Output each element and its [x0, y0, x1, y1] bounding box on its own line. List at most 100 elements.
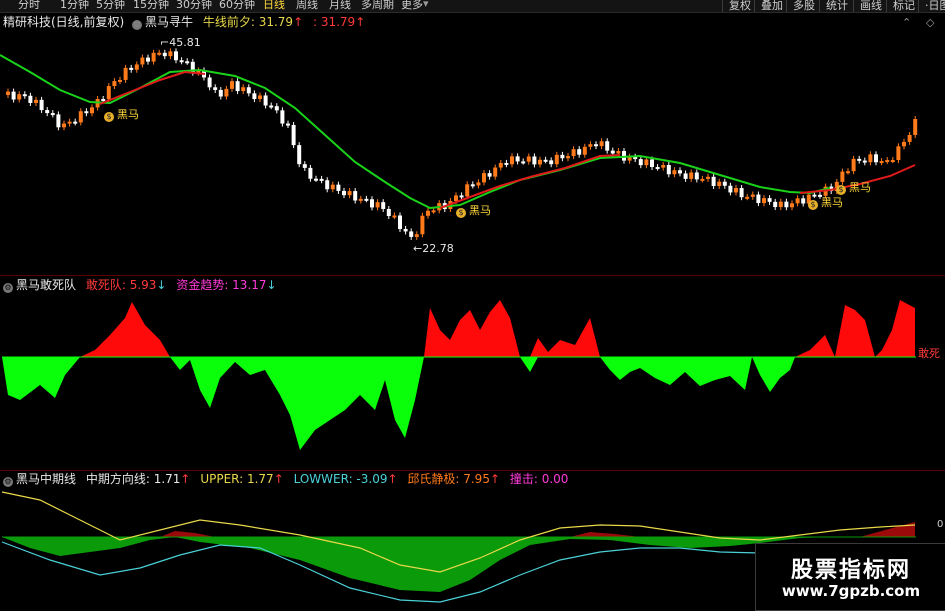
candle-body [616, 151, 621, 154]
candle-body [588, 144, 593, 147]
candle-body [706, 176, 710, 179]
fund-green-area [2, 357, 915, 450]
candle-body [112, 81, 117, 87]
fund-trend-label: 资金趋势: 13.17 [176, 278, 267, 292]
candle-body [106, 86, 111, 100]
candle-body [655, 167, 660, 170]
mid-up-arrow: ↑ [180, 472, 191, 486]
candle-body [78, 111, 83, 123]
bottom-right-value: 0 [937, 519, 944, 530]
candle-body [672, 170, 677, 175]
candle-body [336, 184, 341, 191]
candle-body [252, 93, 257, 100]
candle-body [526, 156, 531, 162]
candle-body [717, 181, 722, 186]
candle-body [414, 234, 419, 237]
candle-body [846, 171, 850, 174]
chart-canvas [0, 48, 918, 603]
indicator-settings-icon[interactable]: ⚙ [3, 477, 13, 487]
candle-body [571, 149, 576, 157]
candle-body [874, 154, 878, 163]
candle-body [750, 194, 755, 197]
mid-term-red-area-2 [570, 532, 640, 537]
candle-body [342, 190, 346, 196]
indicator-settings-icon[interactable]: ⚙ [3, 283, 13, 293]
candle-body [235, 81, 240, 92]
candle-body [543, 159, 548, 162]
candle-body [454, 195, 458, 202]
settings-diamond-icon[interactable]: ◇ [926, 16, 934, 29]
candle-body [767, 198, 772, 202]
signal-heima-2: $ 黑马 [456, 204, 491, 218]
candle-body [582, 146, 587, 155]
candle-body [549, 160, 554, 165]
qiu-up-arrow: ↑ [489, 472, 501, 486]
candle-body [795, 198, 800, 204]
candle-body [560, 154, 565, 159]
candle-body [426, 210, 430, 216]
candle-body [498, 162, 503, 168]
panel-divider-top [0, 275, 945, 276]
candle-body [801, 198, 806, 204]
candle-body [168, 51, 173, 57]
mid-panel-header: ⚙ 黑马敢死队 敢死队: 5.93↓ 资金趋势: 13.17↓ [3, 278, 277, 293]
dare-right-label: 敢死 [918, 347, 940, 360]
candle-body [22, 94, 27, 97]
candle-body [291, 124, 296, 146]
lower-label: LOWWER: -3.09 [293, 472, 388, 486]
candle-body [129, 67, 134, 70]
candle-body [134, 64, 139, 70]
candle-body [325, 180, 330, 190]
candle-body [521, 161, 526, 164]
coin-icon: $ [456, 208, 466, 218]
signal-heima-1: $ 黑马 [104, 108, 139, 122]
bottom-indicator-name[interactable]: 黑马中期线 [16, 472, 76, 486]
candle-body [11, 91, 16, 100]
candle-body [241, 87, 246, 92]
candle-body [638, 159, 643, 166]
candle-body [594, 144, 598, 147]
candle-body [605, 141, 610, 151]
candle-body [857, 158, 862, 161]
candle-body [762, 198, 766, 204]
collapse-icon[interactable]: ⌃ [902, 16, 911, 29]
candle-body [470, 184, 475, 187]
candle-body [90, 107, 94, 114]
candle-body [610, 150, 615, 154]
candle-body [118, 79, 122, 82]
candle-body [84, 111, 89, 114]
mid-indicator-name[interactable]: 黑马敢死队 [16, 278, 76, 292]
candle-body [728, 185, 733, 193]
candle-body [661, 164, 666, 168]
candle-body [392, 215, 397, 218]
candle-body [364, 198, 369, 201]
candle-body [577, 149, 582, 155]
fund-down-arrow: ↓ [266, 278, 277, 292]
fund-red-area [2, 300, 915, 357]
candle-body [56, 114, 61, 128]
candle-body [890, 160, 895, 163]
candle-body [73, 121, 78, 124]
signal-heima-4: $ 黑马 [836, 181, 871, 195]
candle-body [101, 99, 106, 102]
candle-body [739, 188, 744, 198]
candle-body [599, 141, 604, 147]
indicator-settings-icon[interactable]: ⚙ [132, 20, 143, 30]
candle-body [431, 210, 436, 213]
upper-up-arrow: ↑ [273, 472, 284, 486]
upper-label: UPPER: 1.77 [200, 472, 274, 486]
candle-body [269, 105, 274, 108]
main-indicator-name[interactable]: 黑马寻牛 [145, 15, 193, 29]
candle-body [375, 202, 380, 208]
candle-body [566, 156, 570, 159]
candle-body [258, 95, 262, 100]
candle-body [381, 202, 386, 209]
candle-body [532, 156, 537, 165]
candle-body [151, 52, 156, 62]
candle-body [538, 159, 542, 165]
candle-body [879, 161, 884, 164]
candle-body [39, 99, 44, 111]
bull-eve-label: 牛线前夕: 31.79 [202, 15, 294, 29]
candle-body [263, 95, 268, 106]
candle-body [185, 61, 190, 64]
